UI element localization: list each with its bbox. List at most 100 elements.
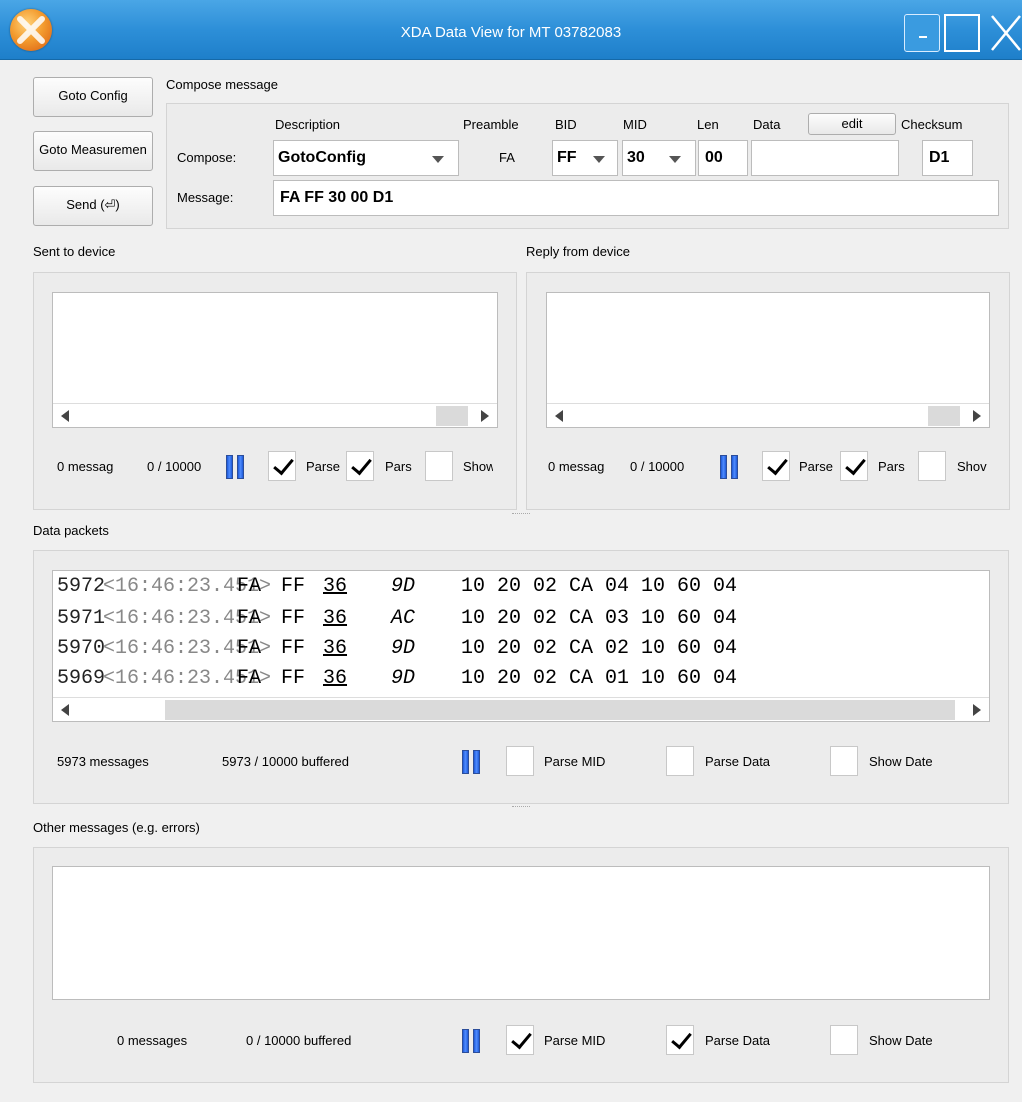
- chevron-down-icon: [669, 156, 681, 163]
- packet-len: 9D: [391, 637, 416, 660]
- scroll-right-icon[interactable]: [973, 704, 981, 716]
- scroll-left-icon[interactable]: [61, 410, 69, 422]
- scroll-thumb[interactable]: [165, 700, 955, 720]
- reply-parse-data-label: Pars: [878, 459, 905, 474]
- mid-select[interactable]: 30: [622, 140, 696, 176]
- close-icon: [991, 15, 1021, 51]
- other-parse-data-checkbox[interactable]: [666, 1025, 694, 1055]
- packets-messages-count: 5973 messages: [57, 754, 149, 769]
- reply-buffered: 0 / 10000: [630, 459, 685, 474]
- other-show-date-checkbox[interactable]: [830, 1025, 858, 1055]
- packet-len: 9D: [391, 667, 416, 690]
- packets-horizontal-scrollbar[interactable]: [53, 697, 989, 721]
- reply-parse-data-checkbox[interactable]: [840, 451, 868, 481]
- preamble-value: FA: [499, 150, 515, 165]
- scroll-right-icon[interactable]: [481, 410, 489, 422]
- close-button[interactable]: [984, 14, 1022, 52]
- sent-horizontal-scrollbar[interactable]: [53, 403, 497, 427]
- other-parse-data-label: Parse Data: [705, 1033, 771, 1048]
- packet-preamble: FA: [237, 637, 262, 660]
- packet-mid: 36: [323, 667, 348, 690]
- other-messages-count: 0 messages: [117, 1033, 188, 1048]
- sent-pause-icon[interactable]: [226, 455, 246, 479]
- packet-data: 10 20 02 CA 02 10 60 04: [461, 637, 738, 660]
- scroll-left-icon[interactable]: [61, 704, 69, 716]
- sent-buffered: 0 / 10000: [147, 459, 202, 474]
- header-bid: BID: [555, 117, 577, 132]
- packets-parse-mid-checkbox[interactable]: [506, 746, 534, 776]
- compose-label: Compose:: [177, 150, 237, 165]
- packets-pause-icon[interactable]: [462, 750, 482, 774]
- goto-config-button[interactable]: Goto Config: [33, 77, 153, 117]
- checksum-input[interactable]: D1: [922, 140, 973, 176]
- reply-parse-mid-label: Parse: [799, 459, 833, 474]
- packets-show-date-checkbox[interactable]: [830, 746, 858, 776]
- packets-buffered: 5973 / 10000 buffered: [222, 754, 349, 769]
- description-select[interactable]: GotoConfig: [273, 140, 459, 176]
- maximize-button[interactable]: [944, 14, 980, 52]
- packets-view[interactable]: 5972 <16:46:23.451> FA FF 36 9D 10 20 02…: [52, 570, 990, 722]
- packet-bid: FF: [281, 637, 306, 660]
- packets-panel-title: Data packets: [33, 523, 109, 538]
- packet-data: 10 20 02 CA 04 10 60 04: [461, 575, 738, 598]
- sent-show-date-checkbox[interactable]: [425, 451, 453, 481]
- header-len: Len: [697, 117, 719, 132]
- data-input[interactable]: [751, 140, 899, 176]
- edit-data-button[interactable]: edit: [808, 113, 896, 135]
- packet-mid: 36: [323, 575, 348, 598]
- sent-messages-view[interactable]: [52, 292, 498, 428]
- other-show-date-label: Show Date: [869, 1033, 933, 1048]
- other-messages-view[interactable]: [52, 866, 990, 1000]
- goto-measurement-button[interactable]: Goto Measuremen: [33, 131, 153, 171]
- reply-messages-view[interactable]: [546, 292, 990, 428]
- scroll-thumb[interactable]: [928, 406, 960, 426]
- packet-preamble: FA: [237, 607, 262, 630]
- bid-select[interactable]: FF: [552, 140, 618, 176]
- sent-parse-data-label: Pars: [385, 459, 412, 474]
- window-title: XDA Data View for MT 03782083: [400, 24, 622, 41]
- reply-show-date-checkbox[interactable]: [918, 451, 946, 481]
- header-checksum: Checksum: [901, 117, 963, 132]
- packets-parse-mid-label: Parse MID: [544, 754, 606, 769]
- packet-seq: 5972: [57, 575, 106, 598]
- packet-preamble: FA: [237, 575, 262, 598]
- splitter-handle[interactable]: [512, 806, 530, 810]
- reply-pause-icon[interactable]: [720, 455, 740, 479]
- scroll-left-icon[interactable]: [555, 410, 563, 422]
- scroll-thumb[interactable]: [436, 406, 468, 426]
- packets-show-date-label: Show Date: [869, 754, 933, 769]
- reply-horizontal-scrollbar[interactable]: [547, 403, 989, 427]
- title-bar: XDA Data View for MT 03782083: [0, 0, 1022, 60]
- sent-parse-data-checkbox[interactable]: [346, 451, 374, 481]
- chevron-down-icon: [593, 156, 605, 163]
- sent-parse-mid-checkbox[interactable]: [268, 451, 296, 481]
- header-data: Data: [753, 117, 781, 132]
- compose-group-title: Compose message: [166, 77, 278, 92]
- sent-show-date-label: Show: [463, 459, 493, 474]
- scroll-right-icon[interactable]: [973, 410, 981, 422]
- packets-parse-data-checkbox[interactable]: [666, 746, 694, 776]
- packet-mid: 36: [323, 607, 348, 630]
- reply-parse-mid-checkbox[interactable]: [762, 451, 790, 481]
- len-input[interactable]: 00: [698, 140, 748, 176]
- header-preamble: Preamble: [463, 117, 519, 132]
- packet-data: 10 20 02 CA 01 10 60 04: [461, 667, 738, 690]
- reply-panel-title: Reply from device: [526, 244, 631, 259]
- other-parse-mid-checkbox[interactable]: [506, 1025, 534, 1055]
- other-parse-mid-label: Parse MID: [544, 1033, 606, 1048]
- bid-value: FF: [557, 149, 577, 166]
- packet-bid: FF: [281, 667, 306, 690]
- send-button[interactable]: Send (⏎): [33, 186, 153, 226]
- packet-seq: 5971: [57, 607, 106, 630]
- packet-preamble: FA: [237, 667, 262, 690]
- other-panel-title: Other messages (e.g. errors): [33, 820, 200, 835]
- mid-value: 30: [627, 149, 645, 166]
- message-input[interactable]: FA FF 30 00 D1: [273, 180, 999, 216]
- splitter-handle[interactable]: [512, 513, 530, 517]
- packet-len: AC: [391, 607, 416, 630]
- packet-len: 9D: [391, 575, 416, 598]
- reply-messages-count: 0 messag: [548, 459, 605, 474]
- header-mid: MID: [623, 117, 647, 132]
- minimize-button[interactable]: [904, 14, 940, 52]
- other-pause-icon[interactable]: [462, 1029, 482, 1053]
